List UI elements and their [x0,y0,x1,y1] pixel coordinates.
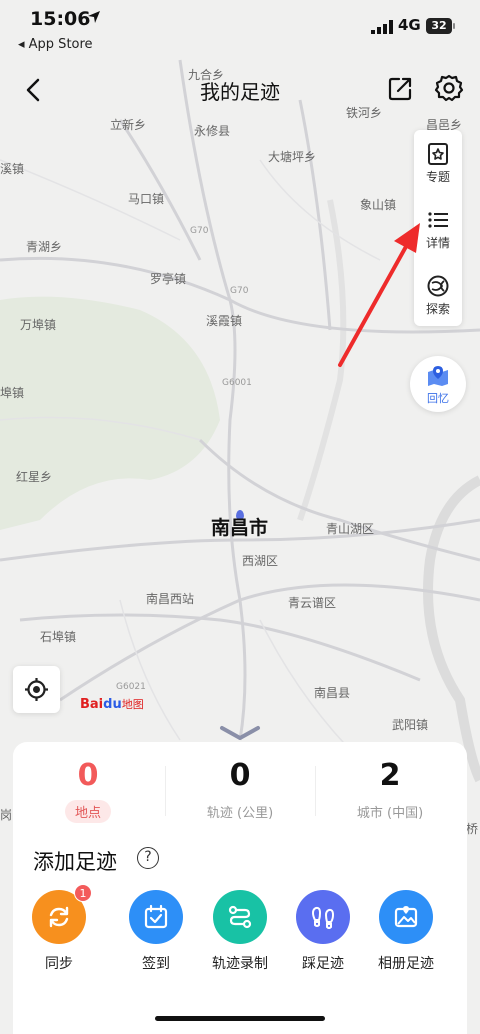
footprint-button[interactable]: 踩足迹 [283,890,363,973]
chevron-down-icon[interactable] [218,724,262,742]
road-label: G6001 [222,378,252,388]
stat-value: 0 [229,758,251,793]
place-label: 铁河乡 [346,106,383,120]
action-circle [296,890,350,944]
album-icon [394,906,418,928]
track-record-button[interactable]: 轨迹录制 [200,890,280,973]
battery-icon: 32 [426,18,455,34]
place-label: 溪镇 [0,162,25,176]
place-label: 桥 [466,822,479,836]
place-label: 埠镇 [0,386,25,400]
place-label: 南昌西站 [146,592,195,606]
track-record-icon [228,905,252,929]
place-label: 永修县 [194,124,231,138]
place-label: 万埠镇 [20,318,57,332]
home-indicator [155,1016,325,1021]
place-label: 立新乡 [110,118,147,132]
action-label: 踩足迹 [302,956,344,972]
stat-caption: 城市 (中国) [356,806,424,821]
back-arrow-icon[interactable] [20,76,46,104]
road-label: G70 [190,226,209,236]
location-arrow-icon [88,11,100,23]
place-label: 武阳镇 [392,718,429,732]
action-circle [129,890,183,944]
checkin-icon [144,904,168,929]
action-circle [379,890,433,944]
star-bookmark-icon [428,143,448,165]
side-item-topic[interactable]: 专题 [414,130,462,194]
place-label: 罗亭镇 [150,272,187,286]
footprint-panel: 0 地点 0 轨迹 (公里) 2 城市 (中国) 添加足迹 ? 1 同步 签到 … [13,742,467,1034]
stat-caption: 地点 [64,800,111,823]
place-label: 青山湖区 [326,522,375,536]
status-time: 15:06 [30,8,91,30]
album-footprint-button[interactable]: 相册足迹 [366,890,446,973]
action-label: 签到 [142,956,170,972]
action-label: 轨迹录制 [212,956,268,972]
back-to-app-store-link[interactable]: ◂ App Store [18,37,93,52]
cellular-signal-icon [371,20,393,34]
stat-track[interactable]: 0 轨迹 (公里) [165,758,315,823]
action-circle [213,890,267,944]
sync-icon [49,906,69,928]
place-label: 石埠镇 [40,630,77,644]
road-label: G70 [230,286,249,296]
road-label: G6021 [116,682,146,692]
sync-button[interactable]: 1 同步 [19,884,99,973]
action-label: 同步 [45,956,73,972]
action-label: 相册足迹 [378,956,434,972]
section-title: 添加足迹 [33,850,117,874]
gear-icon[interactable] [434,73,464,103]
help-icon[interactable]: ? [137,847,159,869]
network-type: 4G [398,16,421,34]
place-label: 西湖区 [242,554,279,568]
place-label: 马口镇 [128,192,165,206]
locate-me-button[interactable] [13,666,60,713]
place-label: 岗 [0,808,13,822]
memory-button-label: 回忆 [427,392,449,405]
crosshair-icon [25,678,48,701]
stat-value: 0 [77,758,99,793]
share-icon[interactable] [386,75,414,103]
city-label: 南昌市 [211,517,269,539]
place-label: 象山镇 [360,198,397,212]
baidu-map-logo: Baidu地图 [80,697,144,712]
place-label: 青湖乡 [26,240,63,254]
side-item-label: 专题 [425,170,450,184]
place-label: 大塘坪乡 [268,150,317,164]
annotation-arrow-icon [338,223,420,367]
place-label: 溪霞镇 [206,314,243,328]
footprint-icon [311,906,335,929]
stat-value: 2 [379,758,401,793]
action-circle: 1 [32,884,92,944]
stat-places[interactable]: 0 地点 [13,758,163,823]
place-label: 青云谱区 [288,596,337,610]
place-label: 红星乡 [16,470,53,484]
checkin-button[interactable]: 签到 [116,890,196,973]
stat-cities[interactable]: 2 城市 (中国) [315,758,465,823]
notification-badge: 1 [74,884,92,902]
status-bar: 15:06 ◂ App Store 4G 32 [0,0,480,58]
stat-caption: 轨迹 (公里) [206,806,274,821]
place-label: 南昌县 [314,686,351,700]
